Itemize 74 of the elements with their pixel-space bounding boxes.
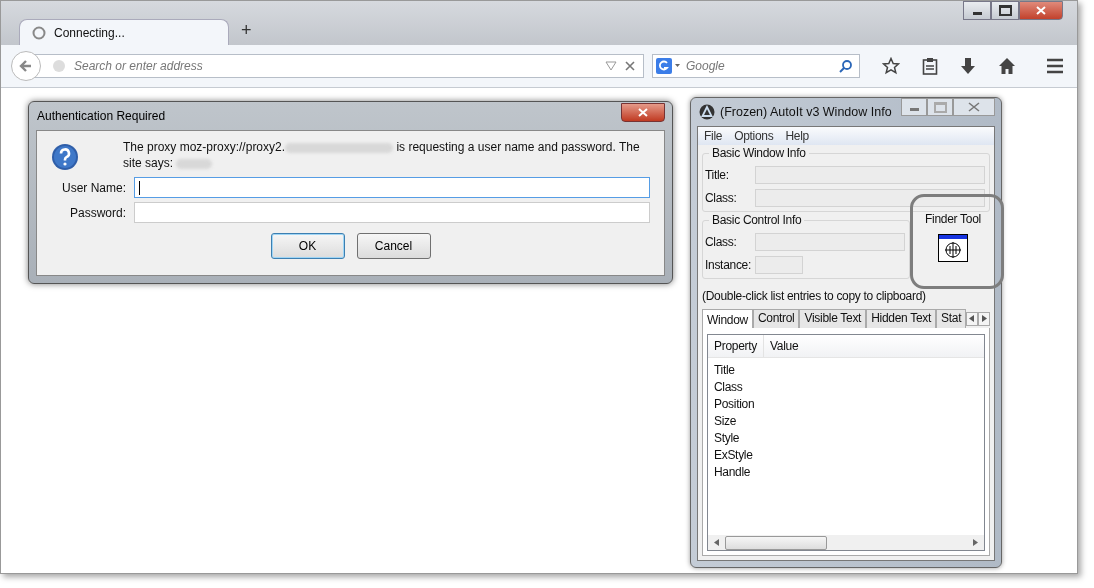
column-header[interactable]: Property: [708, 335, 764, 357]
search-icon[interactable]: [839, 59, 853, 73]
star-icon[interactable]: [882, 57, 900, 75]
clear-icon[interactable]: [625, 61, 635, 71]
list-item[interactable]: Class: [714, 379, 743, 396]
clipboard-icon[interactable]: [922, 57, 938, 75]
right-arrow-icon: [981, 315, 988, 322]
menu-item[interactable]: File: [704, 129, 723, 143]
field-label: Password:: [68, 205, 126, 220]
close-button[interactable]: [621, 102, 665, 122]
back-arrow-icon: [18, 58, 34, 74]
tab[interactable]: Window: [702, 309, 753, 328]
download-icon[interactable]: [960, 57, 976, 75]
tab[interactable]: Visible Text: [799, 309, 867, 328]
globe-icon: [52, 59, 66, 73]
crosshair-icon[interactable]: [938, 234, 968, 262]
loading-icon: [32, 25, 46, 40]
readonly-field[interactable]: [755, 256, 803, 274]
list-item[interactable]: Size: [714, 413, 737, 430]
dropdown-icon[interactable]: [605, 61, 617, 71]
app-icon: [699, 104, 715, 120]
tab[interactable]: Hidden Text: [866, 309, 936, 328]
minimize-button[interactable]: [963, 1, 991, 20]
dialog-title: Authentication Required: [36, 109, 166, 123]
question-icon: [51, 143, 79, 171]
field-label: User Name:: [61, 180, 126, 195]
back-button[interactable]: [11, 51, 41, 81]
scrollbar-thumb[interactable]: [725, 535, 827, 550]
field-label: Instance:: [705, 258, 751, 272]
tab[interactable]: Control: [752, 309, 800, 328]
search-field[interactable]: Google: [652, 54, 860, 78]
menu-item[interactable]: Help: [785, 129, 809, 143]
input-field[interactable]: [134, 202, 650, 223]
right-arrow-icon[interactable]: [973, 539, 978, 546]
placeholder-text: Search or enter address: [74, 59, 204, 73]
readonly-field[interactable]: [755, 233, 905, 251]
list-item[interactable]: Position: [714, 396, 755, 413]
hint-text: (Double-click list entries to copy to clipboard): [702, 289, 927, 303]
field-label: Class:: [705, 235, 738, 249]
tab[interactable]: Stat: [936, 309, 967, 328]
close-icon: [1036, 6, 1046, 15]
group-title: Finder Tool: [923, 212, 983, 226]
close-icon: [638, 107, 648, 117]
browser-tab[interactable]: Connecting...: [19, 19, 229, 45]
tab-scroll-left[interactable]: [966, 311, 979, 326]
window-title: (Frozen) AutoIt v3 Window Info: [720, 105, 892, 119]
tab-scroll-right[interactable]: [978, 311, 990, 326]
left-arrow-icon[interactable]: [714, 539, 719, 546]
menu-item[interactable]: Options: [734, 129, 774, 143]
column-header[interactable]: Value: [763, 335, 805, 357]
search-engine-icon[interactable]: [656, 58, 682, 74]
group-title: Basic Control Info: [709, 213, 805, 227]
new-tab-button[interactable]: +: [241, 21, 252, 39]
list-item[interactable]: Title: [714, 362, 735, 379]
input-field[interactable]: [134, 177, 650, 198]
field-label: Title:: [705, 168, 730, 182]
left-arrow-icon: [969, 315, 976, 322]
list-item[interactable]: Handle: [714, 464, 751, 481]
readonly-field[interactable]: [755, 189, 985, 207]
home-icon[interactable]: [998, 57, 1016, 75]
cancel-button[interactable]: Cancel: [356, 233, 431, 259]
menu-icon[interactable]: [1046, 58, 1064, 74]
maximize-button[interactable]: [991, 1, 1019, 20]
field-label: Class:: [705, 191, 738, 205]
close-button[interactable]: [1019, 1, 1063, 20]
list-item[interactable]: ExStyle: [714, 447, 753, 464]
ok-button[interactable]: OK: [270, 233, 345, 259]
list-item[interactable]: Style: [714, 430, 740, 447]
readonly-field[interactable]: [755, 166, 985, 184]
horizontal-scrollbar[interactable]: [708, 535, 984, 550]
close-icon: [968, 102, 980, 112]
dialog-message: The proxy moz-proxy://proxy2. is requesting a user name and password. The site says:: [123, 139, 641, 171]
placeholder-text: Google: [686, 59, 726, 73]
group-title: Basic Window Info: [709, 146, 809, 160]
